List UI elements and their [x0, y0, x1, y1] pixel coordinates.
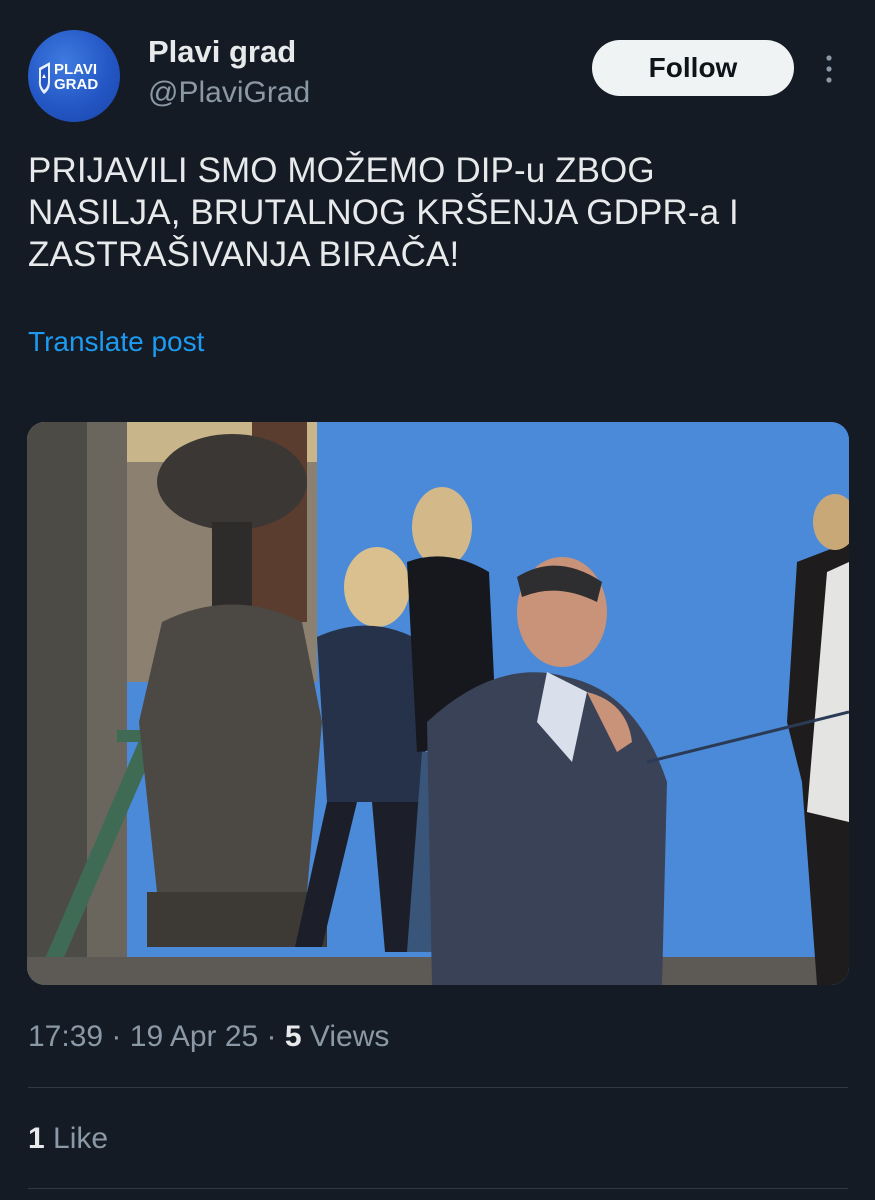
tweet-time[interactable]: 17:39	[28, 1020, 103, 1053]
likes-count: 1	[28, 1122, 45, 1155]
tweet-text-line: ZASTRAŠIVANJA BIRAČA!	[28, 235, 460, 274]
meta-separator: ·	[266, 1020, 277, 1053]
tweet-date[interactable]: 19 Apr 25	[130, 1020, 258, 1053]
likes-summary[interactable]: 1 Like	[28, 1122, 108, 1156]
tweet-text-line: NASILJA, BRUTALNOG KRŠENJA GDPR-a I	[28, 193, 739, 232]
display-name[interactable]: Plavi grad	[148, 34, 296, 70]
tweet-detail-page: PLAVI GRAD Plavi grad @PlaviGrad Follow …	[0, 0, 875, 1200]
views-label: Views	[309, 1020, 390, 1053]
meta-separator: ·	[111, 1020, 122, 1053]
follow-button[interactable]: Follow	[592, 40, 794, 96]
account-handle[interactable]: @PlaviGrad	[148, 76, 310, 110]
views-count: 5	[284, 1020, 302, 1053]
account-avatar[interactable]: PLAVI GRAD	[28, 30, 120, 122]
more-options-button[interactable]	[818, 52, 840, 86]
logo-text-line2: GRAD	[54, 76, 98, 93]
likes-label: Like	[53, 1122, 109, 1155]
divider	[28, 1087, 848, 1088]
tweet-text-line: PRIJAVILI SMO MOŽEMO DIP-u ZBOG	[28, 151, 655, 190]
tweet-meta: 17:39 · 19 Apr 25 · 5 Views	[28, 1020, 389, 1054]
tweet-text: PRIJAVILI SMO MOŽEMO DIP-u ZBOG NASILJA,…	[28, 150, 848, 276]
translate-post-link[interactable]: Translate post	[28, 326, 204, 358]
plavi-grad-logo: PLAVI GRAD	[38, 61, 98, 94]
more-vertical-icon	[826, 55, 832, 83]
photo-illustration	[27, 422, 849, 985]
divider	[28, 1188, 848, 1189]
tweet-photo[interactable]	[27, 422, 849, 985]
